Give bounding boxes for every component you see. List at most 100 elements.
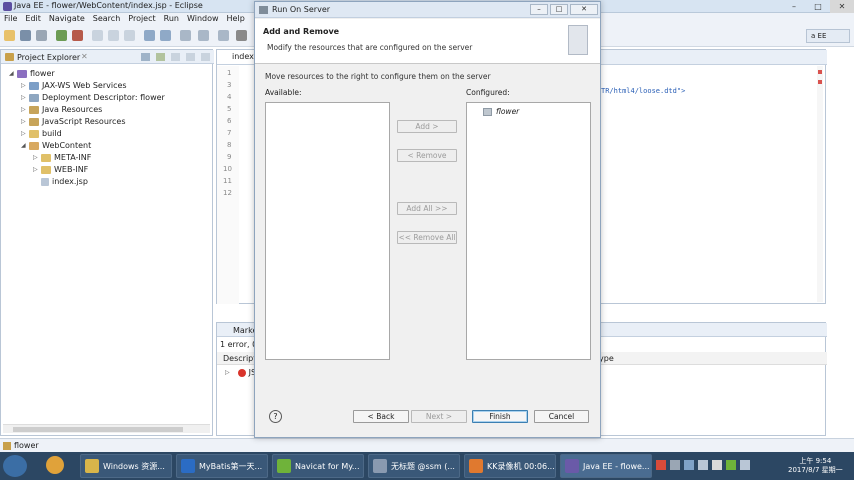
recorder-tray-icon[interactable] [656,460,666,470]
publish-icon[interactable] [160,30,171,41]
navigate-icon[interactable] [218,30,229,41]
code-doctype-fragment[interactable]: TR/html4/loose.dtd"> [601,87,685,95]
configured-list[interactable]: flower [466,102,591,360]
menu-edit[interactable]: Edit [21,13,45,25]
taskbar-app-query[interactable]: 无标题 @ssm (... [368,454,460,478]
expand-arrow-icon[interactable]: ▷ [21,128,29,140]
scrollbar-thumb[interactable] [13,427,183,432]
taskbar-clock[interactable]: 上午 9:54 2017/8/7 星期一 [788,457,843,475]
open-type-icon[interactable] [198,30,209,41]
expand-arrow-icon[interactable]: ▷ [225,369,230,376]
expand-arrow-icon[interactable]: ◢ [9,68,17,80]
finish-button[interactable]: Finish [472,410,528,423]
expand-arrow-icon[interactable]: ▷ [21,116,29,128]
horizontal-scrollbar[interactable] [3,424,210,433]
editor-tab-index[interactable]: index [217,50,257,64]
tree-item-index-jsp[interactable]: index.jsp [33,176,88,188]
expand-arrow-icon[interactable]: ◢ [21,140,29,152]
volume-icon[interactable] [698,460,708,470]
markers-row[interactable]: ▷ JS [225,368,256,377]
available-list[interactable] [265,102,390,360]
save-icon[interactable] [20,30,31,41]
taskbar-app-eclipse[interactable]: Java EE - flowe... [560,454,652,478]
tree-item-deployment-descriptor[interactable]: ▷ Deployment Descriptor: flower [21,92,165,104]
step-icon[interactable] [92,30,103,41]
new-icon[interactable] [4,30,15,41]
menu-run[interactable]: Run [160,13,183,25]
tree-item-label: JAX-WS Web Services [42,81,127,90]
dialog-minimize-button[interactable]: – [530,4,548,15]
quick-access-field[interactable]: a EE [806,29,850,43]
menu-project[interactable]: Project [124,13,159,25]
error-marker-icon[interactable] [818,80,822,84]
taskbar-app-recorder[interactable]: KK录像机 00:06... [464,454,556,478]
flag-icon[interactable] [740,460,750,470]
line-number: 1 [227,69,232,77]
step-return-icon[interactable] [124,30,135,41]
column-description[interactable]: Descript [223,354,256,363]
chrome-icon[interactable] [46,456,64,474]
clock-date: 2017/8/7 星期一 [788,466,843,474]
column-type[interactable]: ype [599,354,614,363]
tree-item-jaxws[interactable]: ▷ JAX-WS Web Services [21,80,127,92]
line-number: 3 [227,81,232,89]
menu-help[interactable]: Help [223,13,249,25]
minimize-button[interactable]: – [782,0,806,13]
close-button[interactable]: ✕ [830,0,854,13]
menu-file[interactable]: File [0,13,21,25]
step-over-icon[interactable] [108,30,119,41]
run-icon[interactable] [56,30,67,41]
expand-arrow-icon[interactable]: ▷ [21,104,29,116]
dialog-close-button[interactable]: ✕ [570,4,598,15]
tree-item-meta-inf[interactable]: ▷ META-INF [33,152,91,164]
expand-arrow-icon[interactable]: ▷ [21,92,29,104]
menu-search[interactable]: Search [89,13,124,25]
tree-item-java-resources[interactable]: ▷ Java Resources [21,104,102,116]
maximize-button[interactable]: □ [806,0,830,13]
taskbar-app-navicat[interactable]: Navicat for My... [272,454,364,478]
maximize-view-icon[interactable] [201,53,210,61]
link-editor-icon[interactable] [156,53,165,61]
next-button[interactable]: Next > [411,410,467,423]
tree-item-webcontent[interactable]: ◢ WebContent [21,140,91,152]
expand-arrow-icon[interactable]: ▷ [33,164,41,176]
remove-button[interactable]: < Remove [397,149,457,162]
server-icon[interactable] [144,30,155,41]
start-button[interactable] [3,455,27,477]
back-button[interactable]: < Back [353,410,409,423]
configured-item-flower[interactable]: flower [483,107,519,116]
network-icon[interactable] [684,460,694,470]
settings-icon[interactable] [236,30,247,41]
taskbar-app-explorer[interactable]: Windows 资源... [80,454,172,478]
view-menu-icon[interactable] [171,53,180,61]
add-all-button[interactable]: Add All >> [397,202,457,215]
menu-window[interactable]: Window [183,13,223,25]
cancel-button[interactable]: Cancel [534,410,589,423]
collapse-all-icon[interactable] [141,53,150,61]
debug-icon[interactable] [72,30,83,41]
print-icon[interactable] [36,30,47,41]
close-tab-icon[interactable]: ✕ [81,52,88,61]
taskbar-app-word[interactable]: MyBatis第一天... [176,454,268,478]
editor-vertical-scrollbar[interactable] [817,66,823,302]
keyboard-icon[interactable] [670,460,680,470]
dialog-maximize-button[interactable]: □ [550,4,568,15]
error-marker-icon[interactable] [818,70,822,74]
expand-arrow-icon[interactable]: ▷ [33,152,41,164]
tree-item-build[interactable]: ▷ build [21,128,62,140]
security-icon[interactable] [726,460,736,470]
help-button[interactable]: ? [269,410,282,423]
tree-item-flower[interactable]: ◢ flower [9,68,55,80]
input-method-icon[interactable] [712,460,722,470]
menu-navigate[interactable]: Navigate [45,13,89,25]
expand-arrow-icon[interactable]: ▷ [21,80,29,92]
word-icon [181,459,195,473]
minimize-view-icon[interactable] [186,53,195,61]
project-explorer-tab[interactable]: Project Explorer ✕ [1,50,214,64]
project-explorer-panel: Project Explorer ✕ ◢ flower ▷ JAX-WS Web… [0,49,214,436]
remove-all-button[interactable]: << Remove All [397,231,457,244]
search-icon[interactable] [180,30,191,41]
add-button[interactable]: Add > [397,120,457,133]
tree-item-javascript-resources[interactable]: ▷ JavaScript Resources [21,116,126,128]
tree-item-web-inf[interactable]: ▷ WEB-INF [33,164,88,176]
